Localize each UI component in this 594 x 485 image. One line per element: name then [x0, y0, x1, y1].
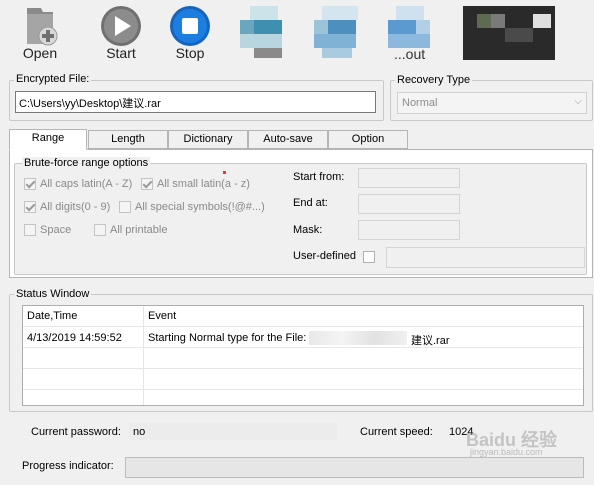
mask-field[interactable]	[358, 220, 460, 240]
start-from-label: Start from:	[293, 171, 345, 183]
current-password-label: Current password:	[31, 426, 121, 438]
header-divider	[23, 326, 583, 327]
start-button[interactable]: Start	[89, 0, 153, 66]
stop-button[interactable]: Stop	[158, 0, 222, 66]
user-defined-checkbox[interactable]	[363, 250, 379, 264]
check-icon	[141, 178, 153, 190]
digits-checkbox[interactable]: All digits(0 - 9)	[24, 200, 110, 214]
open-button[interactable]: Open	[8, 0, 72, 66]
folder-add-icon	[27, 8, 58, 46]
tab-option[interactable]: Option	[328, 130, 408, 149]
all-printable-label: All printable	[110, 224, 168, 236]
mask-label: Mask:	[293, 224, 323, 236]
tab-option-label: Option	[351, 133, 385, 145]
row-divider	[23, 389, 583, 390]
checkbox-icon	[119, 201, 131, 213]
stop-label: Stop	[175, 45, 205, 61]
status-window-title: Status Window	[14, 288, 92, 300]
chevron-down-icon: ⌵	[574, 96, 582, 107]
play-icon	[101, 6, 141, 46]
encrypted-file-path[interactable]: C:\Users\yy\Desktop\建议.rar	[15, 91, 376, 113]
caps-latin-checkbox[interactable]: All caps latin(A - Z)	[24, 177, 132, 191]
checkbox-icon	[24, 224, 36, 236]
open-label: Open	[22, 45, 58, 61]
checkbox-icon	[94, 224, 106, 236]
row-divider	[23, 368, 583, 369]
tab-range[interactable]: Range	[9, 129, 87, 150]
red-marker	[223, 171, 226, 174]
user-defined-field[interactable]	[386, 247, 585, 268]
checkbox-icon	[363, 251, 375, 263]
obscured-file-path	[309, 331, 407, 345]
obscured-toolbar-logo	[463, 6, 555, 60]
tab-dictionary-label: Dictionary	[183, 133, 233, 145]
check-icon	[24, 201, 36, 213]
recovery-type-label: Recovery Type	[395, 74, 473, 86]
recovery-type-value: Normal	[402, 97, 438, 109]
user-defined-label: User-defined	[293, 250, 356, 262]
tab-dictionary[interactable]: Dictionary	[168, 130, 248, 149]
digits-label: All digits(0 - 9)	[40, 201, 111, 213]
progress-bar	[125, 457, 584, 478]
encrypted-file-label: Encrypted File:	[14, 73, 92, 85]
space-label: Space	[40, 224, 72, 236]
tab-auto-save-label: Auto-save	[263, 133, 313, 145]
row-divider	[23, 347, 583, 348]
obscured-about-label: ...out	[394, 46, 426, 62]
check-icon	[24, 178, 36, 190]
tab-length[interactable]: Length	[88, 130, 168, 149]
tab-length-label: Length	[111, 133, 145, 145]
end-at-field[interactable]	[358, 194, 460, 214]
special-symbols-label: All special symbols(!@#...)	[135, 201, 265, 213]
caps-latin-label: All caps latin(A - Z)	[40, 178, 133, 190]
column-header-datetime[interactable]: Date,Time	[23, 306, 144, 326]
current-password-field	[129, 423, 337, 440]
small-latin-checkbox[interactable]: All small latin(a - z)	[141, 177, 250, 191]
all-printable-checkbox[interactable]: All printable	[94, 223, 167, 237]
special-symbols-checkbox[interactable]: All special symbols(!@#...)	[119, 200, 265, 214]
tab-range-label: Range	[31, 132, 65, 144]
row-event-suffix: 建议.rar	[411, 335, 450, 347]
small-latin-label: All small latin(a - z)	[157, 178, 250, 190]
brute-force-title: Brute-force range options	[22, 157, 151, 169]
row-datetime: 4/13/2019 14:59:52	[27, 332, 122, 344]
start-label: Start	[106, 45, 136, 61]
start-from-field[interactable]	[358, 168, 460, 188]
status-list[interactable]: Date,Time Event 4/13/2019 14:59:52 Start…	[22, 305, 584, 406]
recovery-type-select[interactable]: Normal ⌵	[397, 92, 587, 114]
stop-icon	[170, 6, 210, 46]
row-event-prefix: Starting Normal type for the File:	[148, 332, 307, 344]
tab-auto-save[interactable]: Auto-save	[248, 130, 328, 149]
watermark-url: jingyan.baidu.com	[470, 447, 543, 457]
space-checkbox[interactable]: Space	[24, 223, 71, 237]
current-speed-label: Current speed:	[360, 426, 433, 438]
current-password-value: no	[133, 426, 146, 438]
column-divider	[143, 306, 144, 405]
progress-indicator-label: Progress indicator:	[22, 460, 114, 472]
obscured-toolbar-button-1[interactable]	[240, 6, 296, 62]
obscured-toolbar-button-2[interactable]	[314, 6, 370, 62]
column-header-event[interactable]: Event	[144, 306, 583, 326]
end-at-label: End at:	[293, 197, 328, 209]
